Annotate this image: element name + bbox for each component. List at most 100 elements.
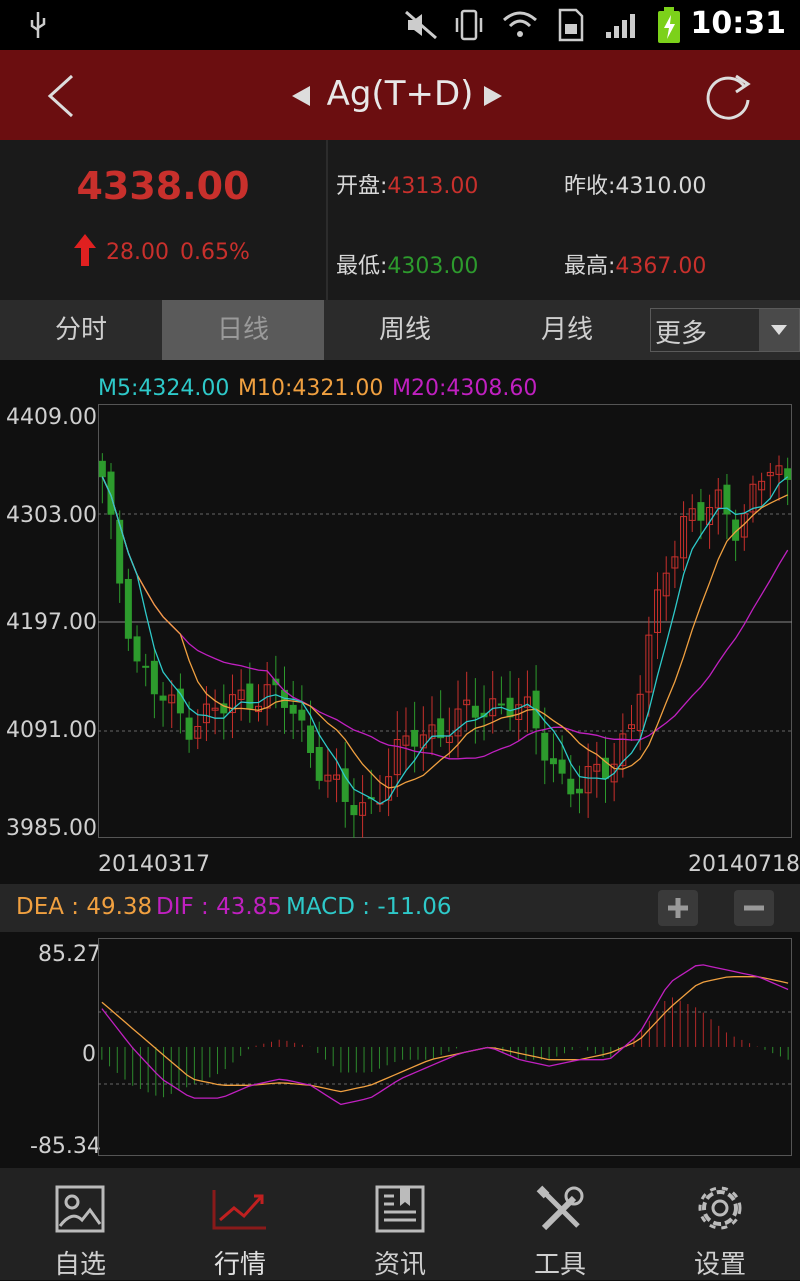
- candle: [350, 805, 358, 816]
- open-value: 4313.00: [387, 174, 479, 199]
- open-label: 开盘:: [336, 174, 388, 199]
- y-tick: 4303.00: [6, 503, 97, 528]
- bottom-nav: 自选 行情 资讯 工具 设置: [0, 1168, 800, 1280]
- ma5-line: [101, 476, 789, 805]
- nav-label: 工具: [533, 1250, 586, 1280]
- last-price: 4338.00: [76, 164, 250, 208]
- prev-close-label: 昨收:: [564, 174, 616, 199]
- instrument-title: Ag(T+D): [326, 74, 474, 114]
- nav-label: 行情: [213, 1250, 266, 1280]
- y-tick: 4197.00: [6, 610, 97, 635]
- candle: [575, 788, 583, 794]
- nav-settings[interactable]: 设置: [640, 1168, 800, 1280]
- candle: [411, 729, 419, 747]
- candle: [437, 718, 445, 739]
- wifi-icon: [503, 11, 537, 37]
- y-tick: 4091.00: [6, 718, 97, 743]
- candle: [541, 732, 549, 761]
- candle: [298, 709, 306, 721]
- ma10-label: M10:4321.00: [238, 376, 384, 401]
- mute-icon: [405, 10, 437, 40]
- up-arrow-icon: [74, 234, 96, 266]
- high-field: 最高:4367.00: [564, 248, 706, 280]
- plus-icon: [668, 898, 688, 918]
- candle: [289, 704, 297, 714]
- macd-y-tick: 85.27: [38, 942, 101, 967]
- candle: [159, 695, 167, 701]
- candle: [150, 660, 158, 695]
- y-tick: 3985.00: [6, 816, 97, 841]
- image-icon: [55, 1185, 105, 1233]
- x-start-date: 20140317: [98, 852, 210, 877]
- macd-legend-bar: DEA : 49.38 DIF : 43.85 MACD : -11.06: [0, 884, 800, 932]
- candle: [98, 460, 106, 478]
- chart-frame: [98, 404, 792, 838]
- dea-label: DEA : 49.38: [16, 894, 153, 920]
- dif-line: [101, 964, 789, 1106]
- ma10-line: [101, 476, 788, 789]
- candle: [107, 471, 115, 515]
- candle: [497, 703, 505, 706]
- trend-icon: [212, 1190, 266, 1230]
- macd-y-tick: -85.34: [30, 1134, 101, 1159]
- tab-intraday[interactable]: 分时: [0, 300, 162, 360]
- period-tabs: 分时 日线 周线 月线 更多: [0, 300, 800, 360]
- battery-icon: [658, 7, 680, 43]
- y-tick: 4409.00: [6, 405, 97, 430]
- more-select[interactable]: 更多: [650, 308, 800, 352]
- dropdown-arrow-icon[interactable]: [759, 309, 799, 351]
- candle: [307, 725, 315, 753]
- tab-daily[interactable]: 日线: [162, 300, 324, 360]
- kline-chart[interactable]: [98, 404, 792, 838]
- nav-news[interactable]: 资讯: [320, 1168, 480, 1280]
- status-time: 10:31: [690, 6, 787, 41]
- x-end-date: 20140718: [688, 852, 800, 877]
- gear-icon: [698, 1186, 742, 1230]
- open-field: 开盘:4313.00: [336, 168, 478, 200]
- status-bar: 10:31: [0, 0, 800, 50]
- ma5-label: M5:4324.00: [98, 376, 230, 401]
- candle: [697, 502, 705, 521]
- vibrate-icon: [455, 9, 483, 41]
- candle: [246, 683, 254, 709]
- zoom-in-button[interactable]: [658, 890, 698, 926]
- macd-label: MACD : -11.06: [286, 894, 452, 920]
- macd-chart[interactable]: [98, 938, 792, 1156]
- nav-market[interactable]: 行情: [160, 1168, 320, 1280]
- macd-y-tick: 0: [82, 1042, 96, 1067]
- candle: [471, 705, 479, 718]
- prev-close-value: 4310.00: [615, 174, 707, 199]
- minus-icon: [744, 905, 764, 911]
- low-label: 最低:: [336, 254, 388, 279]
- low-field: 最低:4303.00: [336, 248, 478, 280]
- tab-weekly[interactable]: 周线: [324, 300, 486, 360]
- dea-line: [101, 976, 789, 1093]
- candle: [176, 688, 184, 714]
- nav-tools[interactable]: 工具: [480, 1168, 640, 1280]
- usb-icon: [30, 12, 46, 38]
- candle: [185, 717, 193, 740]
- low-value: 4303.00: [387, 254, 479, 279]
- change-value: 28.00: [106, 240, 169, 265]
- nav-label: 自选: [53, 1250, 106, 1280]
- quote-panel: 4338.00 28.00 0.65% 开盘:4313.00 昨收:4310.0…: [0, 140, 800, 300]
- zoom-out-button[interactable]: [734, 890, 774, 926]
- dif-label: DIF : 43.85: [156, 894, 282, 920]
- next-instrument-icon[interactable]: [482, 84, 504, 108]
- nav-watchlist[interactable]: 自选: [0, 1168, 160, 1280]
- refresh-icon[interactable]: [704, 70, 756, 122]
- candle: [133, 636, 141, 662]
- ma20-label: M20:4308.60: [392, 376, 538, 401]
- ma20-line: [101, 476, 789, 760]
- app-header: Ag(T+D): [0, 50, 800, 140]
- news-icon: [375, 1185, 425, 1233]
- high-label: 最高:: [564, 254, 616, 279]
- high-value: 4367.00: [615, 254, 707, 279]
- change-percent: 0.65%: [180, 240, 250, 265]
- candle: [142, 665, 150, 668]
- candle: [558, 759, 566, 774]
- tab-monthly[interactable]: 月线: [486, 300, 648, 360]
- tools-icon: [536, 1185, 584, 1231]
- candle: [506, 697, 514, 718]
- nav-label: 设置: [693, 1250, 746, 1280]
